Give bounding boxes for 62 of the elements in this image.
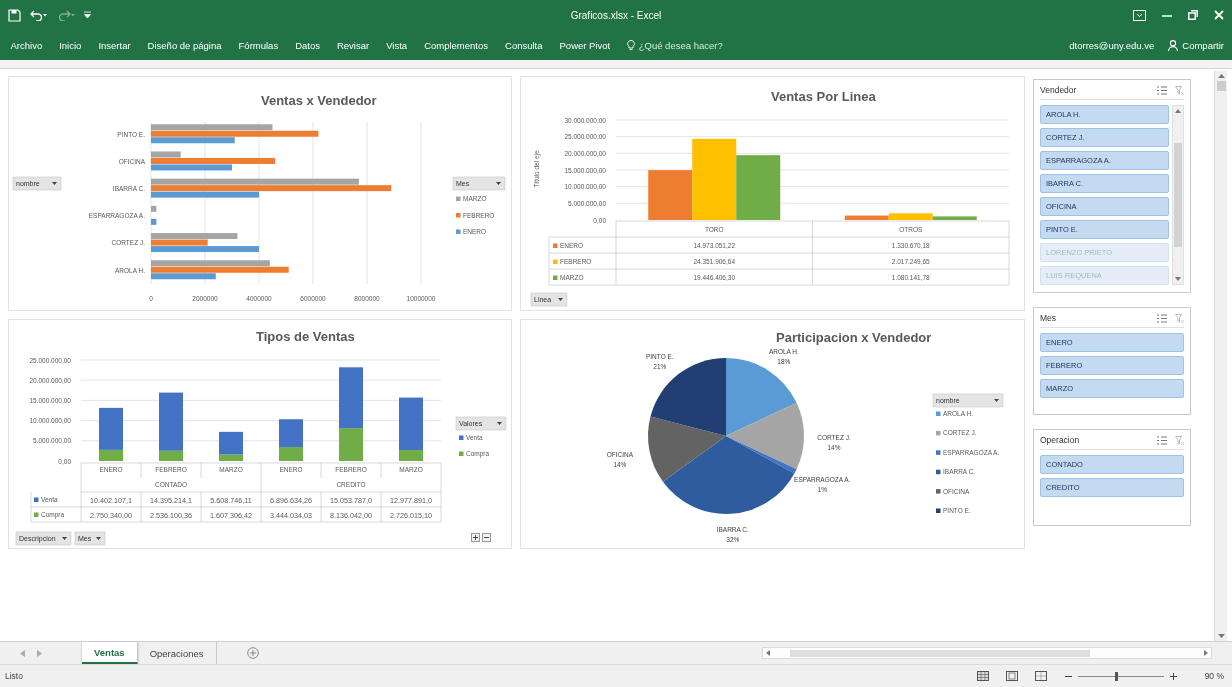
page-layout-icon[interactable] [1005, 671, 1018, 681]
slider-thumb[interactable] [1115, 671, 1119, 681]
scroll-thumb[interactable] [1216, 81, 1226, 91]
clear-filter-icon [1175, 435, 1184, 445]
ribbon-tab[interactable]: Inicio [50, 39, 90, 51]
horizontal-scrollbar[interactable] [762, 647, 1212, 659]
scroll-left-icon[interactable] [766, 650, 770, 656]
multi-select-icon[interactable] [1157, 435, 1167, 445]
slicer-title: Vendedor [1040, 85, 1077, 95]
ribbon-tab[interactable]: Datos [286, 39, 329, 51]
zoom-in-icon[interactable] [1169, 672, 1177, 680]
ribbon-tab[interactable]: Fórmulas [230, 39, 287, 51]
close-icon[interactable] [1214, 10, 1224, 20]
scroll-up-icon[interactable] [1217, 74, 1225, 78]
chart-title: Ventas Por Linea [771, 89, 876, 104]
clear-filter-icon [1175, 85, 1184, 95]
bar [151, 218, 157, 225]
ribbon-tab[interactable]: Power Pivot [551, 39, 619, 51]
sheet-tab[interactable]: Ventas [82, 642, 138, 664]
add-sheet-icon[interactable] [246, 647, 259, 659]
scroll-down-icon[interactable] [1175, 277, 1181, 281]
window-title: Graficos.xlsx - Excel [570, 9, 662, 21]
customize-caret-icon[interactable] [84, 11, 91, 19]
page-break-icon[interactable] [1034, 671, 1047, 681]
scroll-down-icon[interactable] [1217, 634, 1225, 638]
ribbon-display-icon[interactable] [1133, 9, 1146, 21]
zoom-level[interactable]: 90 % [1204, 671, 1224, 681]
save-icon[interactable] [8, 8, 21, 22]
multi-select-icon[interactable] [1157, 313, 1167, 323]
ribbon-tab[interactable]: Complementos [415, 39, 497, 51]
ribbon-tab[interactable]: Consulta [496, 39, 551, 51]
scroll-up-icon[interactable] [1175, 109, 1181, 113]
clear-filter-icon [1175, 313, 1184, 323]
expand-icon[interactable] [471, 533, 480, 542]
collapse-icon[interactable] [482, 533, 491, 542]
undo-icon[interactable] [30, 9, 48, 21]
bar [736, 155, 781, 220]
normal-view-icon[interactable] [976, 671, 989, 681]
person-icon [1168, 39, 1179, 51]
search-field[interactable]: ¿Qué desea hacer? [638, 39, 759, 51]
scroll-thumb[interactable] [790, 649, 1090, 657]
ribbon-tab[interactable]: Diseño de página [139, 39, 231, 51]
ribbon-tab[interactable]: Vista [377, 39, 416, 51]
multi-select-icon[interactable] [1157, 85, 1167, 95]
bar [151, 205, 157, 212]
ribbon-tab[interactable]: Archivo [2, 39, 51, 51]
slicer-title: Mes [1040, 313, 1057, 323]
scroll-thumb[interactable] [1174, 143, 1182, 247]
scrollbar[interactable] [1172, 105, 1184, 285]
account-name: dtorres@uny.edu.ve [1069, 39, 1155, 51]
share-button[interactable]: Compartir [1164, 39, 1232, 51]
ribbon-tab[interactable]: Revisar [328, 39, 378, 51]
lightbulb-icon [626, 39, 635, 51]
chart-title: Ventas x Vendedor [261, 93, 377, 108]
redo-icon [57, 9, 75, 21]
chart-title: Participacion x Vendedor [776, 330, 932, 345]
chart-title: Tipos de Ventas [256, 329, 355, 344]
scroll-right-icon[interactable] [1204, 650, 1208, 656]
ribbon-tab[interactable]: Insertar [89, 39, 140, 51]
status-text: Listo [5, 671, 23, 681]
restore-icon[interactable] [1188, 10, 1198, 20]
slicer-title: Operacion [1040, 435, 1080, 445]
